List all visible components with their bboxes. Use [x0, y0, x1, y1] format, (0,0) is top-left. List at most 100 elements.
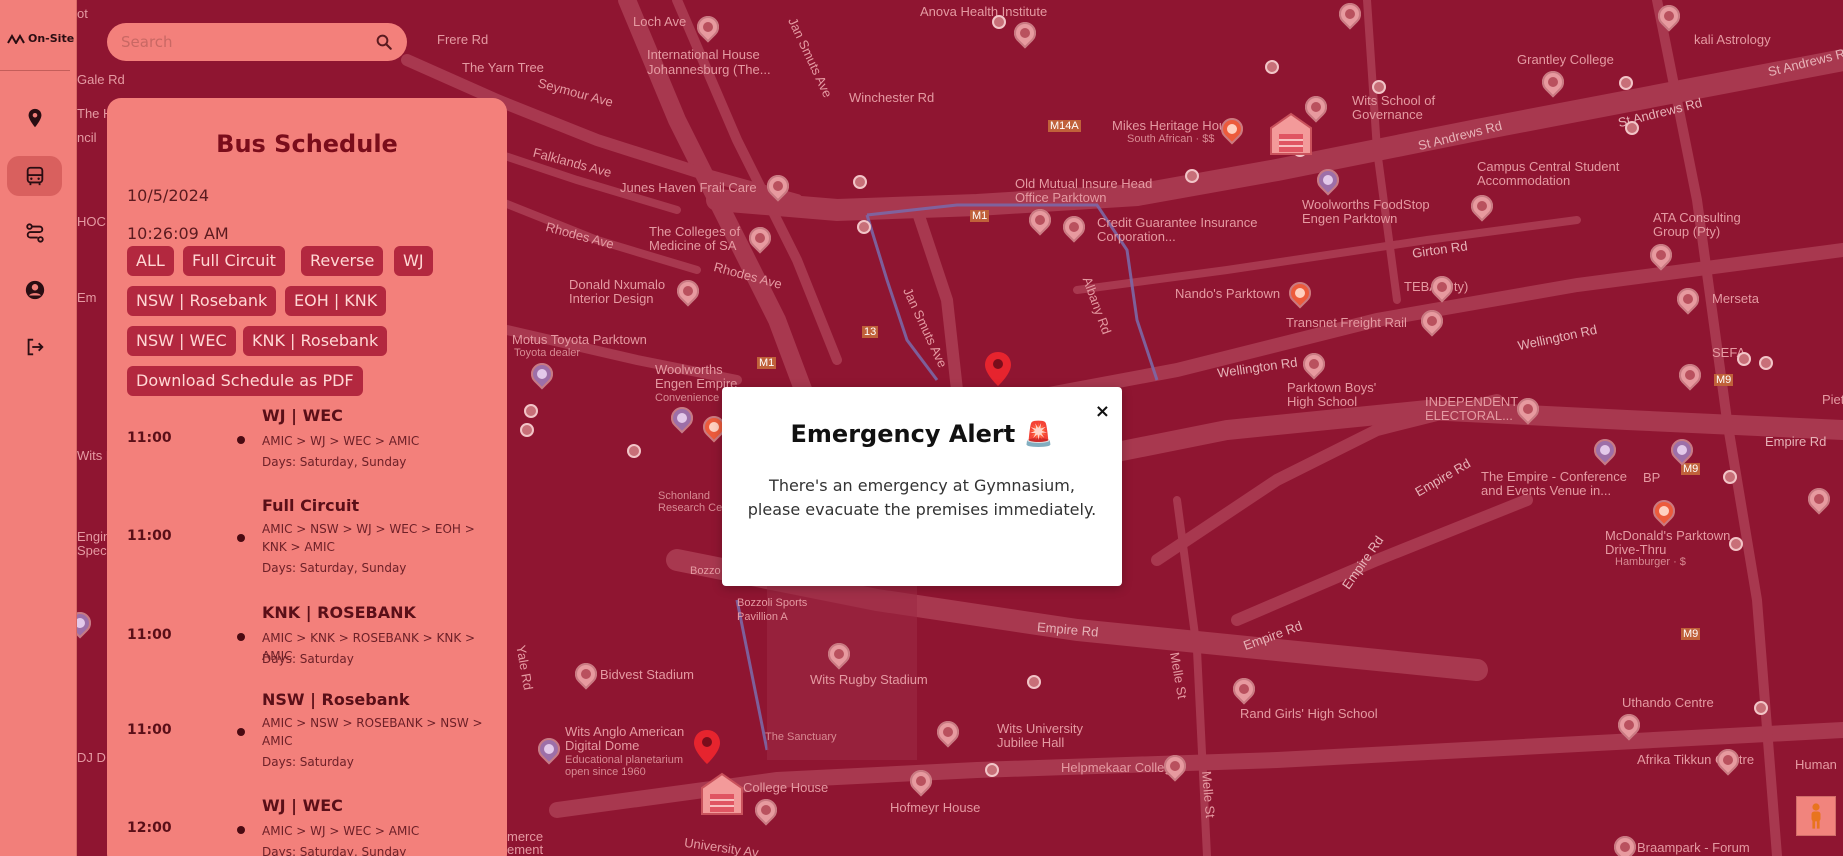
app-logo[interactable]: On-Site [7, 32, 74, 45]
map-label: Gale Rd [77, 72, 125, 87]
bus-stop-icon[interactable] [1185, 169, 1199, 183]
sidebar-item-routes[interactable] [7, 213, 62, 253]
map-label: Hamburger · $ [1615, 556, 1686, 568]
bus-stop-icon[interactable] [1754, 701, 1768, 715]
trip-time: 11:00 [127, 430, 172, 446]
garage-icon[interactable] [1267, 110, 1315, 156]
bus-icon [26, 166, 43, 186]
location-marker-icon[interactable] [985, 352, 1011, 386]
trip-days: Days: Saturday, Sunday [262, 561, 407, 575]
sidebar: On-Site [0, 0, 77, 856]
filter-knk-rosebank[interactable]: KNK | Rosebank [243, 326, 388, 356]
map-label: Bidvest Stadium [600, 667, 694, 682]
road-shield: M1 [757, 357, 777, 369]
road-shield: 13 [862, 326, 879, 338]
close-icon[interactable]: × [1095, 403, 1110, 421]
map-label: Uthando Centre [1622, 695, 1714, 710]
map-label: Woolworths FoodStop Engen Parktown [1302, 197, 1430, 226]
map-label: The Empire - Conference and Events Venue… [1481, 469, 1627, 498]
sidebar-item-location[interactable] [7, 98, 62, 138]
bus-stop-icon[interactable] [1729, 537, 1743, 551]
map-label: Bozzoli Sports Pavillion A [737, 597, 808, 623]
trip-name: WJ | WEC [262, 796, 343, 815]
filter-nsw-wec[interactable]: NSW | WEC [127, 326, 236, 356]
filter-full-circuit[interactable]: Full Circuit [183, 246, 285, 276]
map-label: ncil [77, 130, 97, 145]
route-icon [25, 223, 44, 243]
map-label: Piete [1822, 392, 1843, 407]
search-icon[interactable] [375, 33, 393, 51]
filter-reverse[interactable]: Reverse [301, 246, 384, 276]
trip-row[interactable]: 11:00 WJ | WEC AMIC > WJ > WEC > AMIC Da… [127, 406, 497, 476]
bus-stop-icon[interactable] [1723, 470, 1737, 484]
filter-all[interactable]: ALL [127, 246, 174, 276]
bus-stop-icon[interactable] [627, 444, 641, 458]
map-label: ot [77, 6, 88, 21]
trip-dot [237, 534, 245, 542]
garage-icon[interactable] [698, 770, 746, 816]
map-label: South African · $$ [1127, 133, 1215, 145]
location-marker-icon[interactable] [694, 730, 720, 764]
bus-stop-icon[interactable] [985, 763, 999, 777]
map-label: Loch Ave [633, 14, 687, 29]
map-label: merce ement [507, 829, 544, 856]
trip-route: AMIC > WJ > WEC > AMIC [262, 434, 420, 448]
map-label: Braampark - Forum [1637, 840, 1750, 855]
map-label: College House [743, 780, 829, 795]
map-label: ATA Consulting Group (Pty) [1653, 210, 1741, 239]
map-label: Nando's Parktown [1175, 286, 1281, 301]
trip-dot [237, 436, 245, 444]
map-label: Grantley College [1517, 52, 1614, 67]
schedule-time: 10:26:09 AM [127, 224, 229, 243]
bus-stop-icon[interactable] [857, 220, 871, 234]
bus-stop-icon[interactable] [1027, 675, 1041, 689]
bus-stop-icon[interactable] [992, 15, 1006, 29]
sidebar-item-bus[interactable] [7, 156, 62, 196]
filter-wj[interactable]: WJ [394, 246, 433, 276]
trip-row[interactable]: 11:00 NSW | Rosebank AMIC > NSW > ROSEBA… [127, 690, 497, 780]
map-label: Motus Toyota Parktown [512, 332, 647, 347]
trip-row[interactable]: 11:00 KNK | ROSEBANK AMIC > KNK > ROSEBA… [127, 603, 497, 673]
map-label: Helpmekaar College [1061, 760, 1179, 775]
trip-dot [237, 633, 245, 641]
map-label: Hofmeyr House [890, 800, 981, 815]
schedule-date: 10/5/2024 [127, 186, 210, 205]
bus-stop-icon[interactable] [520, 423, 534, 437]
trip-route: AMIC > NSW > ROSEBANK > NSW > AMIC [262, 716, 483, 748]
sidebar-item-logout[interactable] [7, 327, 62, 367]
bus-stop-icon[interactable] [524, 404, 538, 418]
map-label: Credit Guarantee Insurance Corporation..… [1097, 215, 1258, 244]
bus-stop-icon[interactable] [1619, 76, 1633, 90]
map-label: DJ D [77, 750, 106, 765]
sidebar-item-profile[interactable] [7, 270, 62, 310]
logout-icon [27, 338, 44, 356]
search-input[interactable] [121, 33, 375, 51]
trip-time: 11:00 [127, 722, 172, 738]
trip-row[interactable]: 12:00 WJ | WEC AMIC > WJ > WEC > AMIC Da… [127, 796, 497, 856]
map-label: Em [77, 290, 97, 305]
trip-days: Days: Saturday, Sunday [262, 845, 407, 856]
bus-stop-icon[interactable] [1265, 60, 1279, 74]
trip-row[interactable]: 11:00 Full Circuit AMIC > NSW > WJ > WEC… [127, 496, 497, 586]
street-view-pegman[interactable] [1796, 796, 1836, 836]
filter-eoh-knk[interactable]: EOH | KNK [285, 286, 387, 316]
bus-stop-icon[interactable] [1372, 80, 1386, 94]
map-label: Frere Rd [437, 32, 489, 47]
map-label: Wits Rugby Stadium [810, 672, 928, 687]
map-label: Wits School of Governance [1352, 93, 1436, 122]
map-label: Educational planetarium open since 1960 [565, 754, 684, 778]
bus-stop-icon[interactable] [1625, 121, 1639, 135]
bus-stop-icon[interactable] [1737, 352, 1751, 366]
map-label: Winchester Rd [849, 90, 935, 105]
trip-time: 12:00 [127, 820, 172, 836]
trip-route: AMIC > WJ > WEC > AMIC [262, 824, 420, 838]
bus-stop-icon[interactable] [1759, 356, 1773, 370]
trip-dot [237, 728, 245, 736]
bus-stop-icon[interactable] [853, 175, 867, 189]
logo-text: On-Site [28, 32, 75, 45]
download-pdf-button[interactable]: Download Schedule as PDF [127, 366, 363, 396]
map-label: McDonald's Parktown Drive-Thru [1605, 528, 1731, 557]
map-label: Junes Haven Frail Care [620, 180, 757, 195]
trip-time: 11:00 [127, 528, 172, 544]
filter-nsw-rosebank[interactable]: NSW | Rosebank [127, 286, 277, 316]
